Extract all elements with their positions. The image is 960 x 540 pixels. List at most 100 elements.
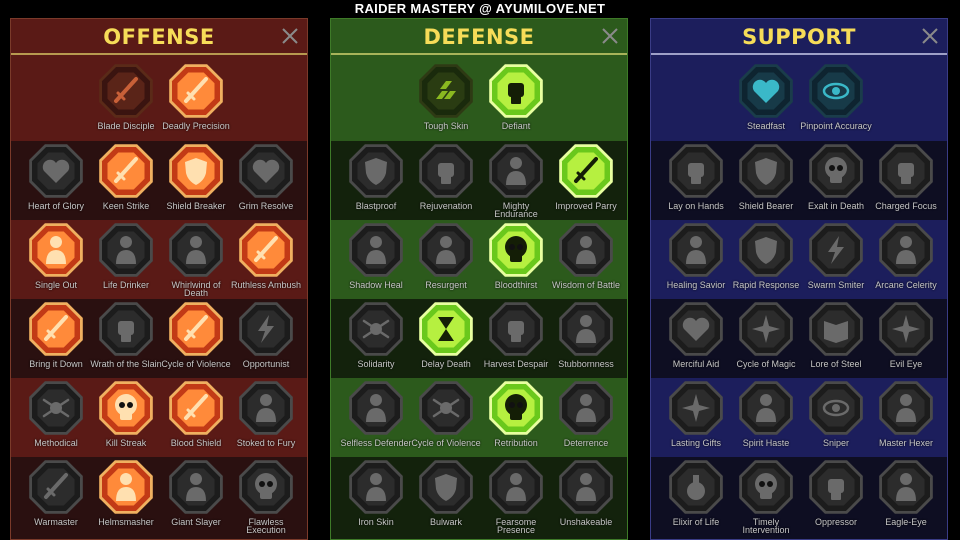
skill-node-rapid-response[interactable]: Rapid Response xyxy=(730,220,802,300)
close-button[interactable] xyxy=(599,25,621,47)
skill-node-single-out[interactable]: Single Out xyxy=(20,220,92,300)
skill-node-cycle-of-violence[interactable]: Cycle of Violence xyxy=(410,378,482,458)
skill-node-cycle-of-magic[interactable]: Cycle of Magic xyxy=(730,299,802,379)
skill-node-delay-death[interactable]: Delay Death xyxy=(410,299,482,379)
shield-icon xyxy=(739,144,793,198)
skill-node-oppressor[interactable]: Oppressor xyxy=(800,457,872,537)
skill-node-giant-slayer[interactable]: Giant Slayer xyxy=(160,457,232,537)
skill-label: Pinpoint Accuracy xyxy=(800,121,872,131)
deflect-icon xyxy=(559,381,613,435)
skill-node-evil-eye[interactable]: Evil Eye xyxy=(870,299,942,379)
skill-node-grim-resolve[interactable]: Grim Resolve xyxy=(230,141,302,221)
skill-node-wisdom-of-battle[interactable]: Wisdom of Battle xyxy=(550,220,622,300)
skill-node-pinpoint-accuracy[interactable]: Pinpoint Accuracy xyxy=(800,61,872,141)
skill-node-resurgent[interactable]: Resurgent xyxy=(410,220,482,300)
skill-node-fearsome-presence[interactable]: Fearsome Presence xyxy=(480,457,552,537)
skill-node-sniper[interactable]: Sniper xyxy=(800,378,872,458)
skill-label: Warmaster xyxy=(34,517,78,527)
skill-node-flawless-execution[interactable]: Flawless Execution xyxy=(230,457,302,537)
skill-node-merciful-aid[interactable]: Merciful Aid xyxy=(660,299,732,379)
skill-label: Blood Shield xyxy=(170,438,222,448)
skill-node-ruthless-ambush[interactable]: Ruthless Ambush xyxy=(230,220,302,300)
sword-icon xyxy=(169,64,223,118)
skill-node-stoked-to-fury[interactable]: Stoked to Fury xyxy=(230,378,302,458)
skill-node-harvest-despair[interactable]: Harvest Despair xyxy=(480,299,552,379)
skill-node-shadow-heal[interactable]: Shadow Heal xyxy=(340,220,412,300)
skill-node-swarm-smiter[interactable]: Swarm Smiter xyxy=(800,220,872,300)
skill-node-lore-of-steel[interactable]: Lore of Steel xyxy=(800,299,872,379)
skill-node-solidarity[interactable]: Solidarity xyxy=(340,299,412,379)
skill-node-cycle-of-violence[interactable]: Cycle of Violence xyxy=(160,299,232,379)
skill-label: Retribution xyxy=(494,438,538,448)
skill-node-deadly-precision[interactable]: Deadly Precision xyxy=(160,61,232,141)
skill-node-retribution[interactable]: Retribution xyxy=(480,378,552,458)
skill-node-charged-focus[interactable]: Charged Focus xyxy=(870,141,942,221)
skill-node-shield-bearer[interactable]: Shield Bearer xyxy=(730,141,802,221)
skill-node-blastproof[interactable]: Blastproof xyxy=(340,141,412,221)
skill-node-heart-of-glory[interactable]: Heart of Glory xyxy=(20,141,92,221)
skill-label: Master Hexer xyxy=(878,438,933,448)
skill-node-wrath-of-the-slain[interactable]: Wrath of the Slain xyxy=(90,299,162,379)
skill-node-blood-shield[interactable]: Blood Shield xyxy=(160,378,232,458)
skill-node-arcane-celerity[interactable]: Arcane Celerity xyxy=(870,220,942,300)
arrows-target-icon xyxy=(29,223,83,277)
skill-node-deterrence[interactable]: Deterrence xyxy=(550,378,622,458)
skill-node-lasting-gifts[interactable]: Lasting Gifts xyxy=(660,378,732,458)
panel-title: DEFENSE xyxy=(423,25,535,49)
healer-figure-icon xyxy=(669,223,723,277)
skill-node-bulwark[interactable]: Bulwark xyxy=(410,457,482,537)
skill-node-kill-streak[interactable]: Kill Streak xyxy=(90,378,162,458)
skill-node-selfless-defender[interactable]: Selfless Defender xyxy=(340,378,412,458)
skill-label: Delay Death xyxy=(421,359,471,369)
spider-icon xyxy=(29,381,83,435)
flexing-figure-icon xyxy=(239,381,293,435)
skill-node-whirlwind-of-death[interactable]: Whirlwind of Death xyxy=(160,220,232,300)
skill-node-spirit-haste[interactable]: Spirit Haste xyxy=(730,378,802,458)
skill-node-bloodthirst[interactable]: Bloodthirst xyxy=(480,220,552,300)
close-button[interactable] xyxy=(279,25,301,47)
skill-node-keen-strike[interactable]: Keen Strike xyxy=(90,141,162,221)
demon-face-icon xyxy=(349,460,403,514)
skill-node-steadfast[interactable]: Steadfast xyxy=(730,61,802,141)
support-panel: SUPPORT Steadfast Pinpoint Accuracy Lay on … xyxy=(650,18,948,540)
skill-node-bring-it-down[interactable]: Bring it Down xyxy=(20,299,92,379)
close-button[interactable] xyxy=(919,25,941,47)
skill-label: Bloodthirst xyxy=(494,280,538,290)
skill-label: Spirit Haste xyxy=(742,438,790,448)
twin-lightning-icon xyxy=(809,223,863,277)
skill-node-improved-parry[interactable]: Improved Parry xyxy=(550,141,622,221)
skill-label: Cycle of Violence xyxy=(411,438,481,448)
skill-node-warmaster[interactable]: Warmaster xyxy=(20,457,92,537)
skill-label: Charged Focus xyxy=(875,201,937,211)
skill-node-healing-savior[interactable]: Healing Savior xyxy=(660,220,732,300)
skill-label: Rejuvenation xyxy=(419,201,473,211)
skill-node-eagle-eye[interactable]: Eagle-Eye xyxy=(870,457,942,537)
skill-label: Rapid Response xyxy=(732,280,800,290)
skill-node-master-hexer[interactable]: Master Hexer xyxy=(870,378,942,458)
muscle-torso-icon xyxy=(489,144,543,198)
skill-node-defiant[interactable]: Defiant xyxy=(480,61,552,141)
skill-node-iron-skin[interactable]: Iron Skin xyxy=(340,457,412,537)
skill-node-methodical[interactable]: Methodical xyxy=(20,378,92,458)
skill-node-rejuvenation[interactable]: Rejuvenation xyxy=(410,141,482,221)
skill-node-blade-disciple[interactable]: Blade Disciple xyxy=(90,61,162,141)
lightning-shield-icon xyxy=(739,223,793,277)
screaming-face-icon xyxy=(489,460,543,514)
skill-node-helmsmasher[interactable]: Helmsmasher xyxy=(90,457,162,537)
skill-node-life-drinker[interactable]: Life Drinker xyxy=(90,220,162,300)
skill-node-timely-intervention[interactable]: Timely Intervention xyxy=(730,457,802,537)
gauntlet-icon xyxy=(809,460,863,514)
skill-node-elixir-of-life[interactable]: Elixir of Life xyxy=(660,457,732,537)
skill-node-mighty-endurance[interactable]: Mighty Endurance xyxy=(480,141,552,221)
skill-label: Kill Streak xyxy=(105,438,147,448)
skill-node-tough-skin[interactable]: Tough Skin xyxy=(410,61,482,141)
slash-icon xyxy=(99,144,153,198)
close-icon xyxy=(282,28,298,44)
close-icon xyxy=(922,28,938,44)
skill-node-exalt-in-death[interactable]: Exalt in Death xyxy=(800,141,872,221)
skill-node-stubbornness[interactable]: Stubbornness xyxy=(550,299,622,379)
skill-node-unshakeable[interactable]: Unshakeable xyxy=(550,457,622,537)
skill-node-shield-breaker[interactable]: Shield Breaker xyxy=(160,141,232,221)
skill-node-lay-on-hands[interactable]: Lay on Hands xyxy=(660,141,732,221)
skill-node-opportunist[interactable]: Opportunist xyxy=(230,299,302,379)
